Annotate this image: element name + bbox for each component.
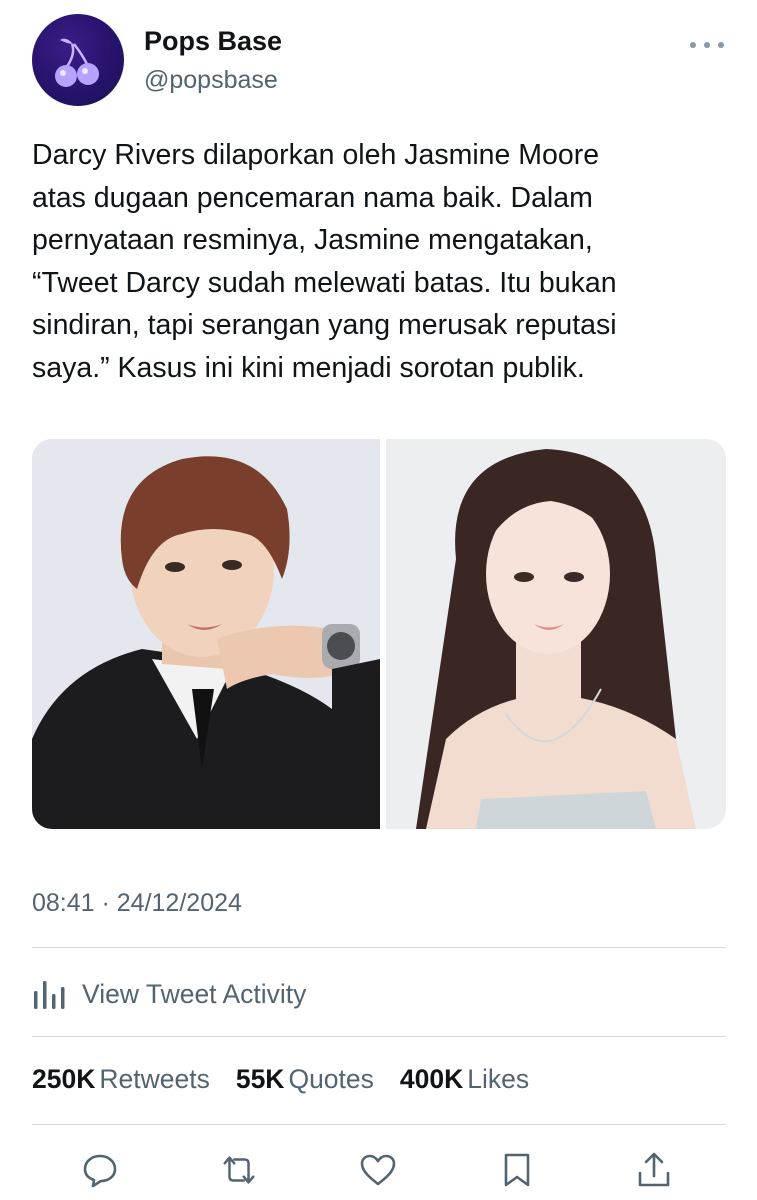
retweets-label: Retweets <box>99 1064 210 1094</box>
person-photo-left <box>32 439 380 829</box>
like-icon <box>360 1154 396 1186</box>
bookmark-icon <box>504 1153 530 1187</box>
share-button[interactable] <box>634 1148 674 1192</box>
display-name[interactable]: Pops Base <box>144 26 282 57</box>
retweet-button[interactable] <box>219 1148 259 1192</box>
tweet-media <box>32 439 726 829</box>
reply-icon <box>83 1154 117 1188</box>
retweets-stat[interactable]: 250K Retweets <box>32 1064 210 1095</box>
more-dot <box>704 42 710 48</box>
likes-stat[interactable]: 400K Likes <box>400 1064 529 1095</box>
view-tweet-activity-label: View Tweet Activity <box>82 978 307 1009</box>
quotes-count: 55K <box>235 1064 285 1094</box>
share-icon <box>638 1152 670 1187</box>
divider <box>32 1036 726 1037</box>
person-photo-right <box>386 439 726 829</box>
tweet-photo-right[interactable] <box>386 439 726 829</box>
quotes-label: Quotes <box>288 1064 374 1094</box>
more-options-icon[interactable] <box>690 38 724 52</box>
tweet-photo-left[interactable] <box>32 439 380 829</box>
bookmark-button[interactable] <box>497 1148 537 1192</box>
tweet-stats: 250K Retweets 55K Quotes 400K Likes <box>32 1064 555 1095</box>
likes-count: 400K <box>399 1064 464 1094</box>
more-dot <box>690 42 696 48</box>
reply-button[interactable] <box>80 1148 120 1192</box>
tweet-timestamp[interactable]: 08:41 · 24/12/2024 <box>32 889 242 918</box>
likes-label: Likes <box>467 1064 530 1094</box>
quotes-stat[interactable]: 55K Quotes <box>236 1064 374 1095</box>
tweet-header: Pops Base @popsbase <box>32 14 732 110</box>
retweets-count: 250K <box>32 1064 96 1094</box>
cherry-icon <box>55 38 99 87</box>
divider <box>32 1124 726 1125</box>
user-handle[interactable]: @popsbase <box>144 66 278 95</box>
more-dot <box>718 42 724 48</box>
avatar[interactable] <box>32 14 124 106</box>
tweet-action-bar <box>32 1148 726 1198</box>
view-tweet-activity-button[interactable]: View Tweet Activity <box>32 967 306 1021</box>
like-button[interactable] <box>358 1148 398 1192</box>
bar-chart-icon <box>34 981 65 1009</box>
tweet-text: Darcy Rivers dilaporkan oleh Jasmine Moo… <box>32 139 617 384</box>
retweet-icon <box>223 1156 255 1184</box>
divider <box>32 947 726 948</box>
